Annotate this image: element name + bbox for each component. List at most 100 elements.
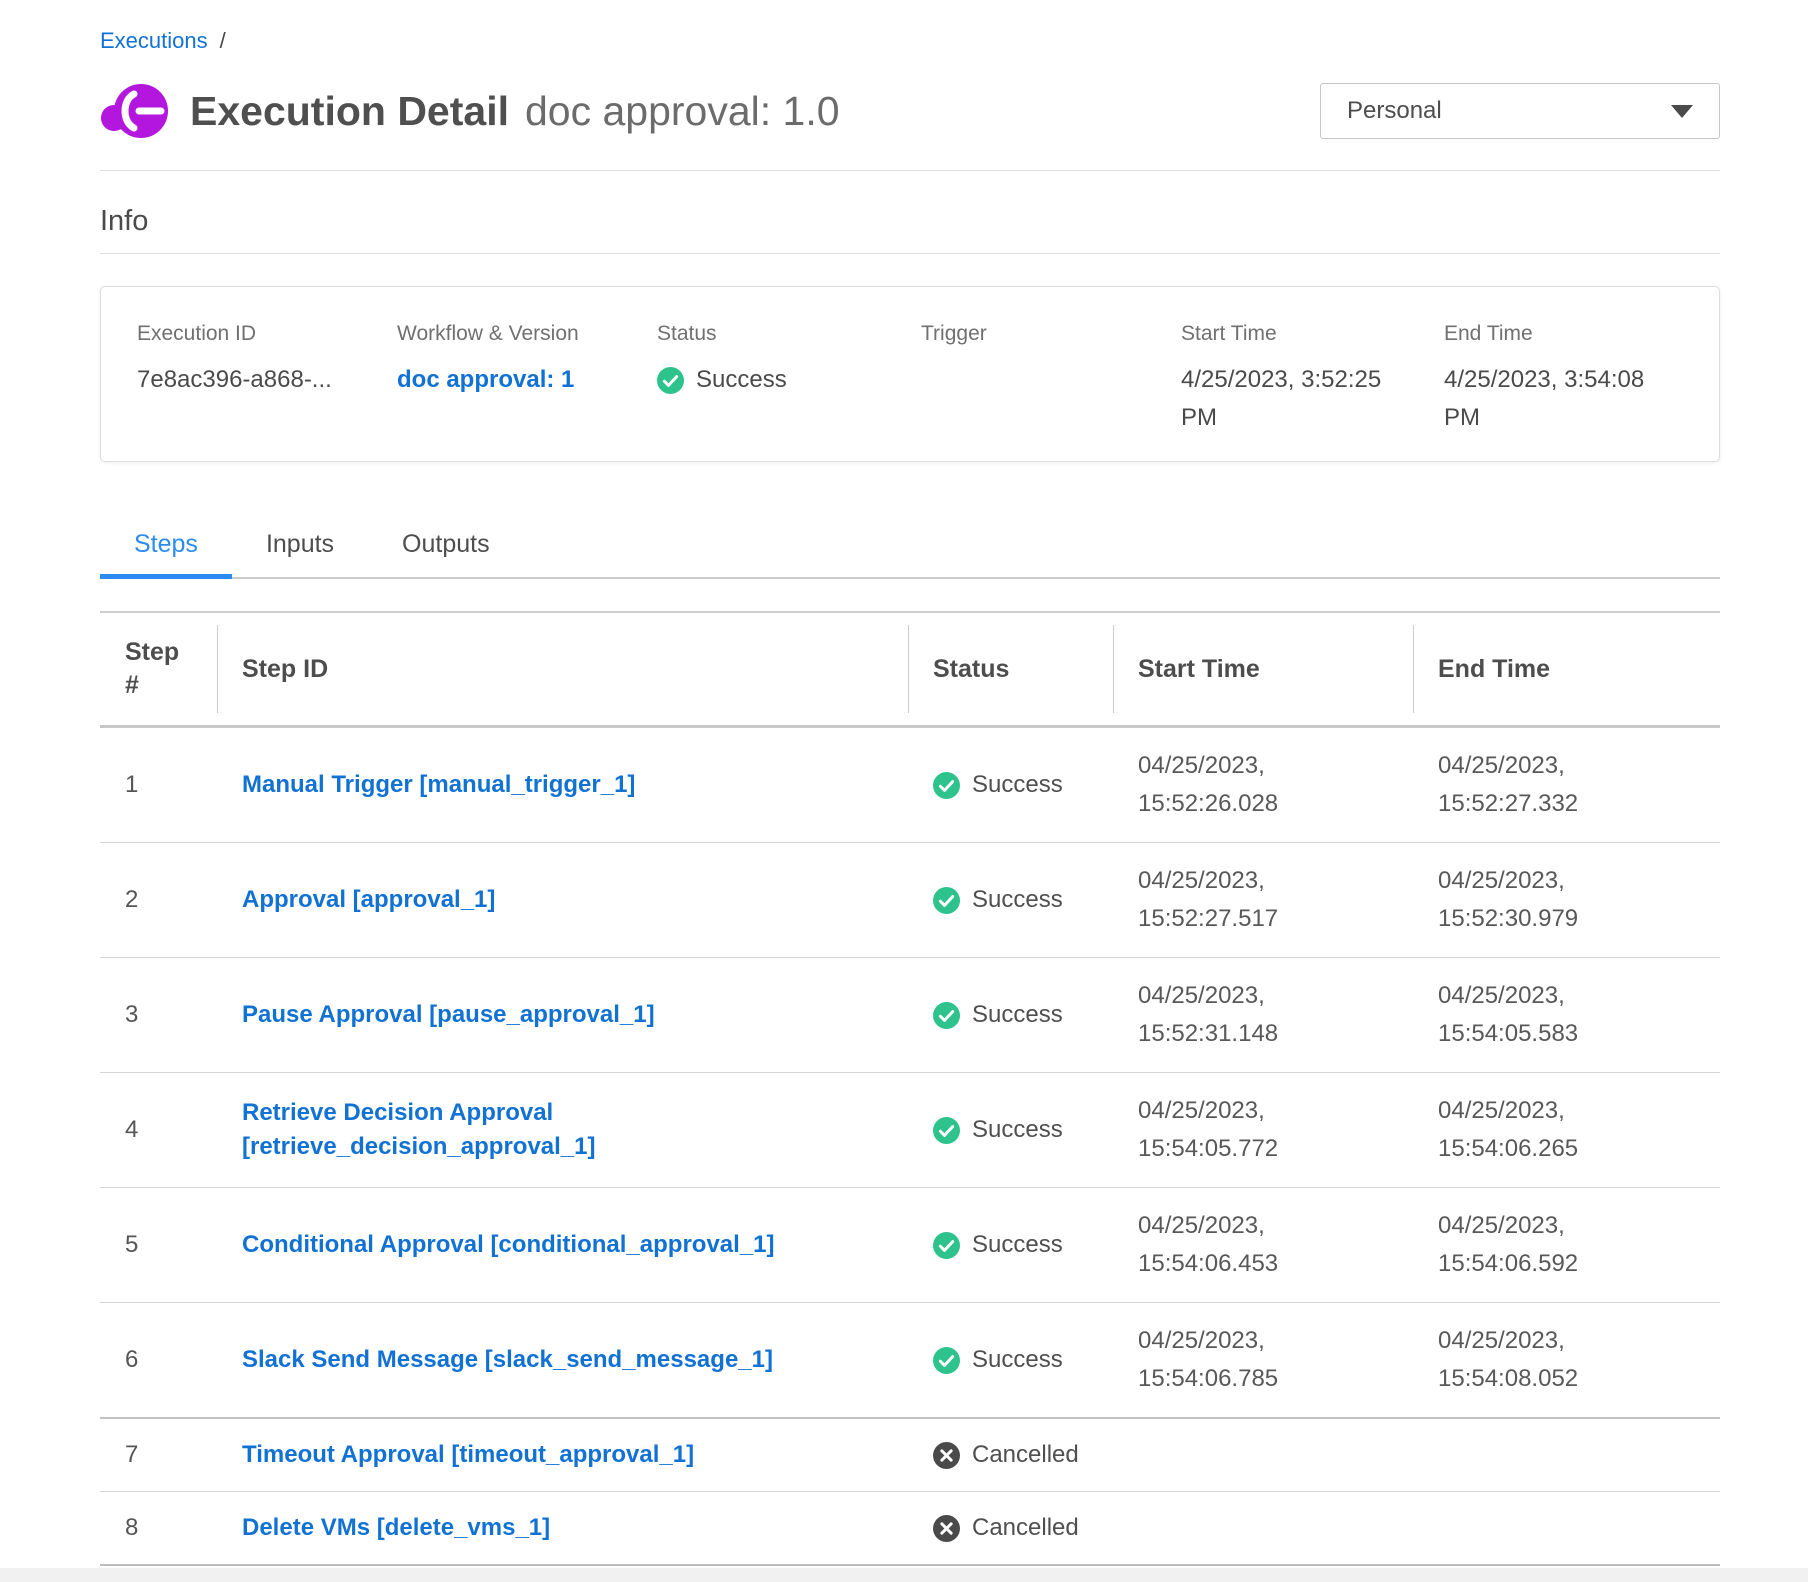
step-number: 3 — [125, 1001, 138, 1028]
step-id-link[interactable]: Conditional Approval [conditional_approv… — [242, 1228, 775, 1262]
step-number: 8 — [125, 1514, 138, 1541]
status-icon — [933, 772, 960, 799]
field-label: Execution ID — [137, 321, 397, 347]
success-icon — [657, 367, 684, 394]
detail-tabs: Steps Inputs Outputs — [100, 518, 1720, 579]
tab-steps[interactable]: Steps — [100, 518, 232, 579]
step-number: 1 — [125, 771, 138, 798]
field-execution-id: Execution ID 7e8ac396-a868-... — [137, 321, 397, 437]
column-header-end-time: End Time — [1413, 612, 1720, 727]
status-label: Success — [696, 361, 787, 399]
step-id-link[interactable]: Pause Approval [pause_approval_1] — [242, 998, 655, 1032]
start-time-value: 4/25/2023, 3:52:25PM — [1181, 361, 1444, 437]
status-cell: Success — [933, 998, 1093, 1032]
table-row: 3 Pause Approval [pause_approval_1] Succ… — [100, 958, 1720, 1073]
table-row: 8 Delete VMs [delete_vms_1] Cancelled — [100, 1492, 1720, 1566]
page-title: Execution Detail — [190, 88, 509, 135]
title-row: Execution Detail doc approval: 1.0 Perso… — [100, 78, 1720, 144]
field-end-time: End Time 4/25/2023, 3:54:08PM — [1444, 321, 1719, 437]
status-icon — [933, 1347, 960, 1374]
start-time: 04/25/2023,15:54:06.785 — [1138, 1322, 1393, 1398]
status-label: Success — [972, 998, 1063, 1032]
title-divider — [100, 170, 1720, 171]
status-label: Success — [972, 1228, 1063, 1262]
status-cell: Cancelled — [933, 1438, 1093, 1472]
steps-table-body: 1 Manual Trigger [manual_trigger_1] Succ… — [100, 727, 1720, 1566]
field-label: Start Time — [1181, 321, 1444, 347]
tab-outputs[interactable]: Outputs — [368, 518, 524, 579]
start-time: 04/25/2023,15:54:06.453 — [1138, 1207, 1393, 1283]
status-icon — [933, 1117, 960, 1144]
field-start-time: Start Time 4/25/2023, 3:52:25PM — [1181, 321, 1444, 437]
scope-dropdown-value: Personal — [1347, 97, 1442, 125]
status-icon — [933, 1515, 960, 1542]
step-number: 2 — [125, 886, 138, 913]
table-row: 5 Conditional Approval [conditional_appr… — [100, 1188, 1720, 1303]
end-time-value: 4/25/2023, 3:54:08PM — [1444, 361, 1719, 437]
status-cell: Success — [933, 1228, 1093, 1262]
table-row: 7 Timeout Approval [timeout_approval_1] … — [100, 1418, 1720, 1492]
status-cell: Success — [933, 768, 1093, 802]
field-label: Status — [657, 321, 921, 347]
field-label: Workflow & Version — [397, 321, 657, 347]
step-id-link[interactable]: Slack Send Message [slack_send_message_1… — [242, 1343, 773, 1377]
status-icon — [933, 1442, 960, 1469]
end-time: 04/25/2023,15:54:06.592 — [1438, 1207, 1700, 1283]
status-label: Success — [972, 1343, 1063, 1377]
column-header-step-number: Step # — [100, 612, 217, 727]
status-cell: Success — [933, 1113, 1093, 1147]
tab-inputs[interactable]: Inputs — [232, 518, 368, 579]
breadcrumb: Executions/ — [100, 28, 1720, 54]
step-number: 7 — [125, 1441, 138, 1468]
field-trigger: Trigger — [921, 321, 1181, 437]
start-time: 04/25/2023,15:52:31.148 — [1138, 977, 1393, 1053]
table-row: 6 Slack Send Message [slack_send_message… — [100, 1303, 1720, 1419]
start-time: 04/25/2023,15:52:26.028 — [1138, 747, 1393, 823]
status-cell: Success — [933, 1343, 1093, 1377]
step-number: 4 — [125, 1116, 138, 1143]
field-label: Trigger — [921, 321, 1181, 347]
status-icon — [933, 887, 960, 914]
status-label: Cancelled — [972, 1511, 1079, 1545]
status-icon — [933, 1232, 960, 1259]
table-row: 1 Manual Trigger [manual_trigger_1] Succ… — [100, 727, 1720, 843]
step-number: 5 — [125, 1231, 138, 1258]
execution-id-value: 7e8ac396-a868-... — [137, 361, 397, 399]
table-row: 2 Approval [approval_1] Success 04/25/20… — [100, 843, 1720, 958]
field-workflow-version: Workflow & Version doc approval: 1 — [397, 321, 657, 437]
end-time: 04/25/2023,15:54:08.052 — [1438, 1322, 1700, 1398]
info-card: Execution ID 7e8ac396-a868-... Workflow … — [100, 286, 1720, 462]
step-id-link[interactable]: Approval [approval_1] — [242, 883, 495, 917]
field-label: End Time — [1444, 321, 1719, 347]
status-cell: Cancelled — [933, 1511, 1093, 1545]
breadcrumb-executions-link[interactable]: Executions — [100, 28, 208, 53]
step-id-link[interactable]: Timeout Approval [timeout_approval_1] — [242, 1438, 694, 1472]
step-number: 6 — [125, 1346, 138, 1373]
status-icon — [933, 1002, 960, 1029]
status-label: Cancelled — [972, 1438, 1079, 1472]
start-time: 04/25/2023,15:54:05.772 — [1138, 1092, 1393, 1168]
column-header-step-id: Step ID — [217, 612, 908, 727]
info-divider — [100, 253, 1720, 254]
workflow-version-link[interactable]: doc approval: 1 — [397, 361, 657, 399]
steps-table-header: Step # Step ID Status Start Time End Tim… — [100, 612, 1720, 727]
end-time: 04/25/2023,15:52:27.332 — [1438, 747, 1700, 823]
page-bottom-strip — [0, 1568, 1808, 1582]
steps-table: Step # Step ID Status Start Time End Tim… — [100, 611, 1720, 1566]
step-id-link[interactable]: Manual Trigger [manual_trigger_1] — [242, 768, 635, 802]
status-label: Success — [972, 883, 1063, 917]
step-id-link[interactable]: Delete VMs [delete_vms_1] — [242, 1511, 550, 1545]
status-label: Success — [972, 1113, 1063, 1147]
info-section-heading: Info — [100, 203, 1720, 239]
column-header-start-time: Start Time — [1113, 612, 1413, 727]
status-cell: Success — [933, 883, 1093, 917]
column-header-status: Status — [908, 612, 1113, 727]
workflow-brand-icon — [100, 81, 168, 141]
table-row: 4 Retrieve Decision Approval [retrieve_d… — [100, 1073, 1720, 1188]
start-time: 04/25/2023,15:52:27.517 — [1138, 862, 1393, 938]
end-time: 04/25/2023,15:54:05.583 — [1438, 977, 1700, 1053]
chevron-down-icon — [1671, 105, 1693, 118]
scope-dropdown[interactable]: Personal — [1320, 83, 1720, 139]
step-id-link[interactable]: Retrieve Decision Approval [retrieve_dec… — [242, 1096, 842, 1164]
end-time: 04/25/2023,15:54:06.265 — [1438, 1092, 1700, 1168]
